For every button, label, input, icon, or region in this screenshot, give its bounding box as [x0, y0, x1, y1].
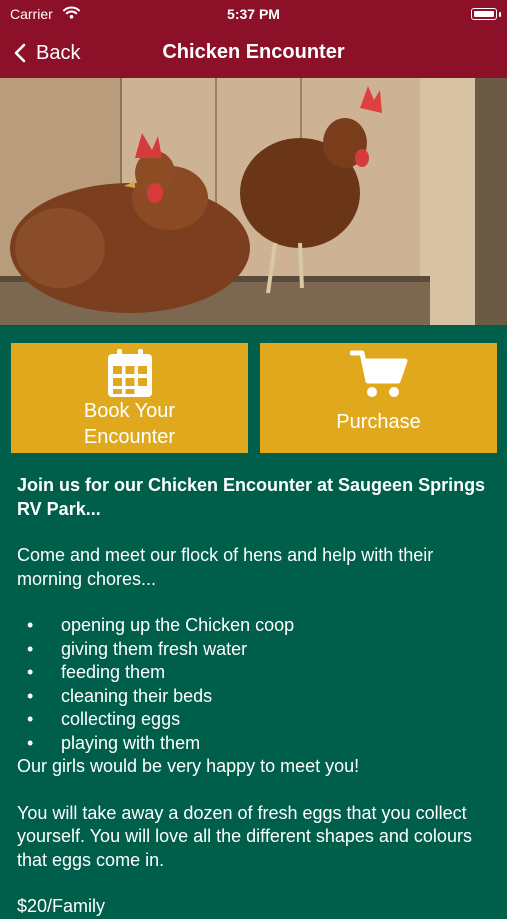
- chevron-left-icon: [14, 43, 26, 63]
- lead-text: Come and meet our flock of hens and help…: [17, 545, 434, 589]
- list-item: cleaning their beds: [17, 685, 487, 709]
- book-label-line1: Book Your: [83, 400, 176, 422]
- clock: 5:37 PM: [227, 6, 280, 22]
- list-item: collecting eggs: [17, 708, 487, 732]
- list-item: giving them fresh water: [17, 638, 487, 662]
- back-button[interactable]: Back: [14, 38, 80, 68]
- closing-text: Our girls would be very happy to meet yo…: [17, 756, 360, 776]
- list-item: feeding them: [17, 661, 487, 685]
- navigation-bar: Back Chicken Encounter: [0, 28, 507, 78]
- back-label: Back: [36, 41, 81, 64]
- book-label-line2: Encounter: [83, 426, 176, 448]
- chores-list: opening up the Chicken coop giving them …: [17, 614, 487, 755]
- battery-tip: [499, 12, 501, 17]
- chickens-photo: [0, 78, 507, 325]
- status-bar: Carrier 5:37 PM: [0, 0, 507, 28]
- purchase-button[interactable]: Purchase: [260, 343, 497, 453]
- description: Join us for our Chicken Encounter at Sau…: [17, 474, 487, 919]
- eggs-text: You will take away a dozen of fresh eggs…: [17, 802, 472, 870]
- list-item: opening up the Chicken coop: [17, 614, 487, 638]
- cart-icon: [350, 350, 408, 397]
- calendar-icon: [108, 349, 152, 397]
- photo-carousel[interactable]: [0, 78, 507, 325]
- list-item: playing with them: [17, 732, 487, 756]
- book-encounter-button[interactable]: Book Your Encounter: [11, 343, 248, 453]
- purchase-label: Purchase: [336, 411, 421, 433]
- battery-icon: [471, 8, 497, 20]
- intro-heading: Join us for our Chicken Encounter at Sau…: [17, 475, 486, 519]
- price: $20/Family: [17, 896, 106, 916]
